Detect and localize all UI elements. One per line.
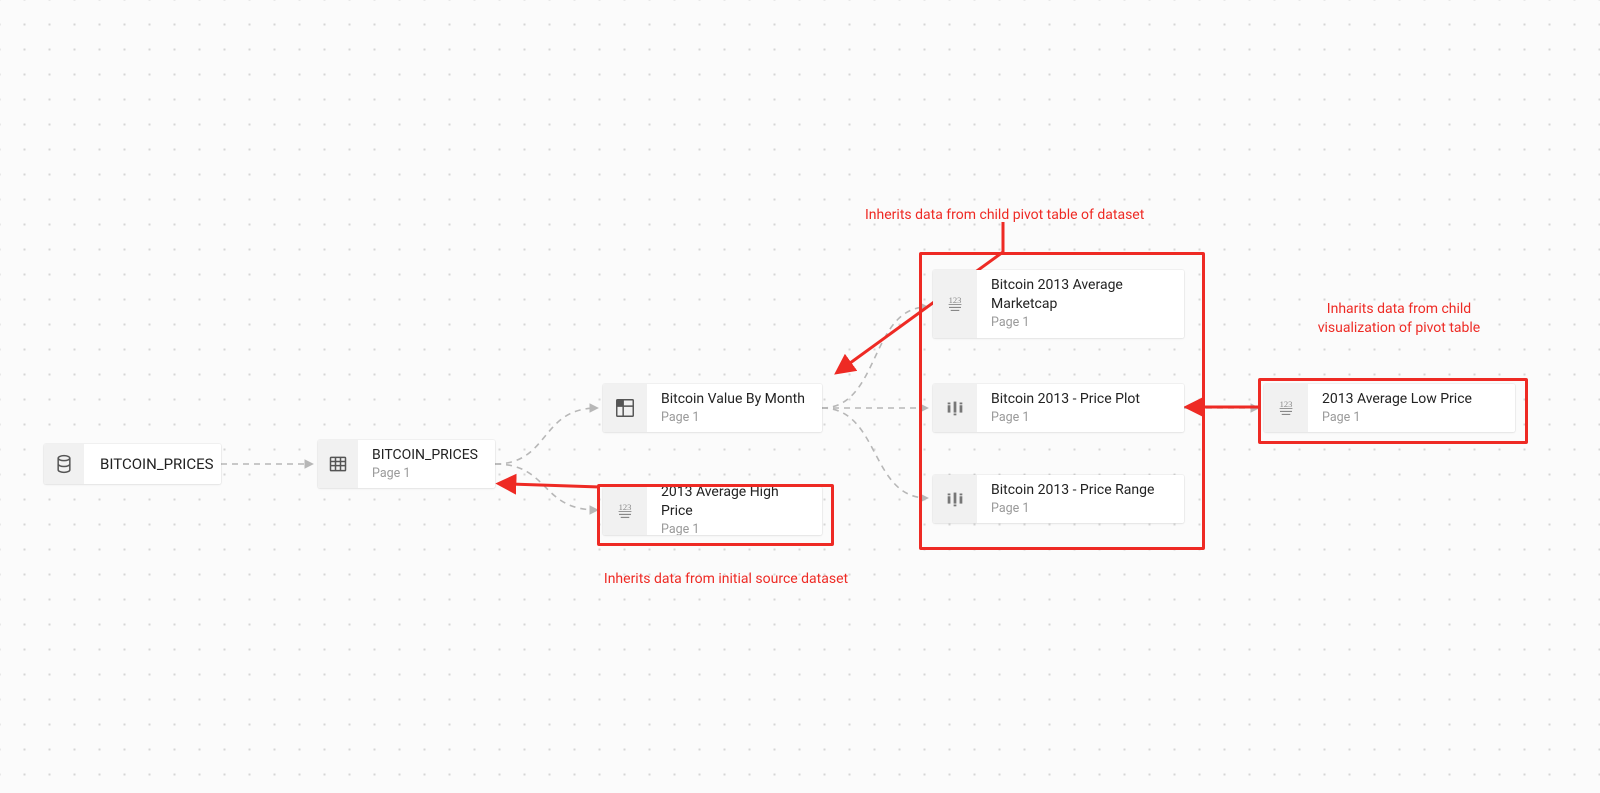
node-title: 2013 Average High Price	[661, 487, 808, 521]
node-source-dataset[interactable]: BITCOIN_PRICES	[44, 444, 221, 484]
node-subtitle: Page 1	[991, 315, 1170, 332]
node-viz-price-plot[interactable]: Bitcoin 2013 - Price Plot Page 1	[933, 384, 1184, 432]
number-icon: 123	[933, 270, 977, 338]
database-icon	[44, 444, 84, 484]
node-title: BITCOIN_PRICES	[100, 454, 214, 474]
node-subtitle: Page 1	[372, 466, 478, 483]
node-pivot-table[interactable]: Bitcoin Value By Month Page 1	[603, 384, 822, 432]
node-title: Bitcoin 2013 - Price Range	[991, 481, 1154, 500]
node-subtitle: Page 1	[991, 501, 1154, 518]
annotation-bottom: Inherits data from initial source datase…	[581, 570, 871, 589]
node-subtitle: Page 1	[1322, 410, 1472, 427]
svg-text:123: 123	[619, 502, 632, 512]
svg-text:123: 123	[1280, 399, 1293, 409]
diagram-canvas[interactable]: BITCOIN_PRICES BITCOIN_PRICES Page 1	[0, 0, 1600, 793]
annotation-right: Inharits data from child visualization o…	[1299, 300, 1499, 338]
node-subtitle: Page 1	[661, 522, 808, 535]
chart-icon	[933, 475, 977, 523]
chart-icon	[933, 384, 977, 432]
node-title: BITCOIN_PRICES	[372, 446, 478, 465]
pivot-icon	[603, 384, 647, 432]
node-metric-low-price[interactable]: 123 2013 Average Low Price Page 1	[1264, 384, 1515, 432]
node-title: Bitcoin 2013 Average Marketcap	[991, 276, 1170, 314]
annotation-top: Inherits data from child pivot table of …	[865, 206, 1144, 225]
node-subtitle: Page 1	[661, 410, 805, 427]
node-metric-marketcap[interactable]: 123 Bitcoin 2013 Average Marketcap Page …	[933, 270, 1184, 338]
node-title: Bitcoin Value By Month	[661, 390, 805, 409]
node-viz-price-range[interactable]: Bitcoin 2013 - Price Range Page 1	[933, 475, 1184, 523]
svg-text:123: 123	[949, 295, 962, 305]
node-dataset[interactable]: BITCOIN_PRICES Page 1	[318, 440, 495, 488]
node-subtitle: Page 1	[991, 410, 1140, 427]
number-icon: 123	[603, 487, 647, 535]
table-icon	[318, 440, 358, 488]
node-title: Bitcoin 2013 - Price Plot	[991, 390, 1140, 409]
node-metric-high-price[interactable]: 123 2013 Average High Price Page 1	[603, 487, 822, 535]
node-title: 2013 Average Low Price	[1322, 390, 1472, 409]
number-icon: 123	[1264, 384, 1308, 432]
